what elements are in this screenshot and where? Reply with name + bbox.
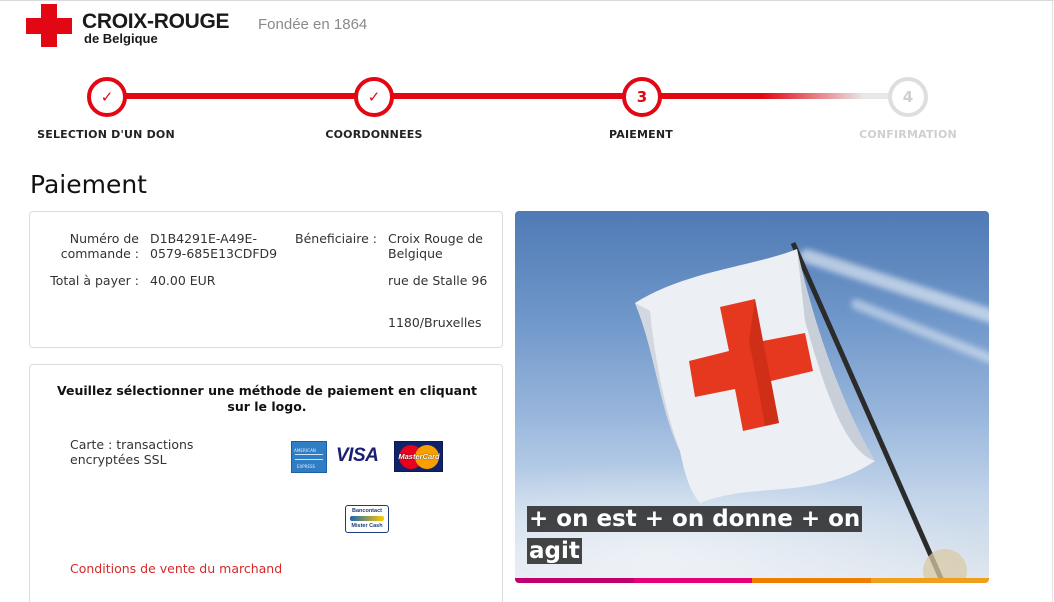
brand-name[interactable]: CROIX-ROUGE: [82, 11, 230, 33]
total-label: Total à payer :: [50, 273, 139, 288]
color-bar-segment: [870, 578, 989, 583]
card-description: Carte : transactions encryptées SSL: [70, 437, 194, 467]
progress-line-completed: [107, 93, 762, 99]
amex-text-bottom: EXPRESS: [297, 464, 316, 469]
payment-instruction: Veuillez sélectionner une méthode de pai…: [57, 383, 477, 414]
order-number-label: Numéro de commande :: [60, 231, 139, 261]
beneficiary-city: 1180/Bruxelles: [388, 315, 482, 330]
total-value: 40.00 EUR: [150, 273, 216, 288]
payment-methods-panel: Veuillez sélectionner une méthode de pai…: [29, 364, 503, 602]
step-3-number: 3: [622, 77, 662, 117]
beneficiary-name: Croix Rouge de Belgique: [388, 231, 484, 261]
bancontact-logo[interactable]: Bancontact Mister Cash: [345, 505, 389, 533]
order-summary-panel: Numéro de commande : D1B4291E-A49E-0579-…: [29, 211, 503, 348]
right-border: [1052, 0, 1053, 602]
color-bar-segment: [515, 578, 634, 583]
terms-link[interactable]: Conditions de vente du marchand: [70, 561, 282, 576]
beneficiary-street: rue de Stalle 96: [388, 273, 488, 288]
step-label-coordonnees: COORDONNEES: [325, 128, 423, 141]
hero-flag-image: + on est + on donne + on agit: [515, 211, 989, 583]
step-label-paiement: PAIEMENT: [609, 128, 673, 141]
mastercard-text: MasterCard: [398, 452, 440, 461]
amex-logo[interactable]: AMERICAN EXPRESS: [291, 441, 327, 473]
amex-text-top: AMERICAN: [294, 448, 316, 453]
order-number-value: D1B4291E-A49E-0579-685E13CDFD9: [150, 231, 278, 261]
beneficiary-label: Béneficiaire :: [295, 231, 377, 246]
mastercard-logo[interactable]: MasterCard: [394, 441, 443, 472]
color-bar-segment: [752, 578, 871, 583]
page-title: Paiement: [30, 170, 147, 199]
step-4-number: 4: [888, 77, 928, 117]
brand-subtitle: de Belgique: [84, 31, 158, 46]
progress-line-remaining: [762, 93, 908, 99]
hero-caption: + on est + on donne + on agit: [527, 506, 863, 564]
top-border: [0, 0, 1054, 1]
step-label-confirmation: CONFIRMATION: [859, 128, 957, 141]
hero-color-bar: [515, 578, 989, 583]
step-label-selection: SELECTION D'UN DON: [37, 128, 175, 141]
step-2-check-icon: ✓: [354, 77, 394, 117]
color-bar-segment: [633, 578, 752, 583]
visa-logo[interactable]: VISA: [336, 445, 384, 467]
red-cross-icon[interactable]: [26, 4, 72, 47]
step-1-check-icon: ✓: [87, 77, 127, 117]
mistercash-text: Mister Cash: [351, 523, 383, 529]
brand-tagline: Fondée en 1864: [258, 16, 368, 33]
visa-text: VISA: [336, 445, 379, 466]
bancontact-text: Bancontact: [352, 508, 382, 514]
